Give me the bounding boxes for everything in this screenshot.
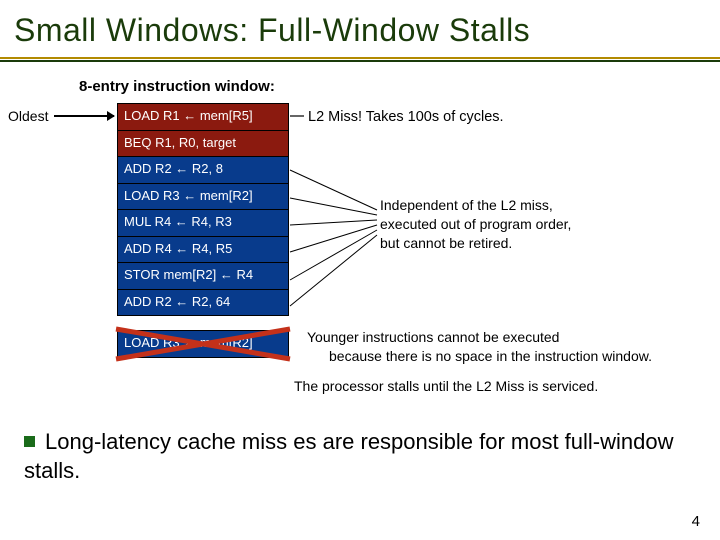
- instr-row: BEQ R1, R0, target: [117, 130, 289, 158]
- younger-instr: LOAD R3 ← mem[R2]: [117, 330, 289, 358]
- page-number: 4: [692, 513, 700, 530]
- divider-gold: [0, 57, 720, 59]
- l2-miss-note: L2 Miss! Takes 100s of cycles.: [308, 109, 504, 125]
- instr-row: MUL R4 ← R4, R3: [117, 209, 289, 237]
- instr-row: ADD R2 ← R2, 8: [117, 156, 289, 184]
- oldest-arrow: [54, 115, 114, 117]
- instr-row: ADD R4 ← R4, R5: [117, 236, 289, 264]
- divider-green: [0, 60, 720, 62]
- instr-row: STOR mem[R2] ← R4: [117, 262, 289, 290]
- independent-note-line: but cannot be retired.: [380, 234, 571, 253]
- instr-row: ADD R2 ← R2, 64: [117, 289, 289, 317]
- bullet-text: Long-latency cache miss es are responsib…: [24, 429, 674, 483]
- younger-note-line: because there is no space in the instruc…: [329, 347, 652, 366]
- younger-note-line: Younger instructions cannot be executed: [307, 328, 652, 347]
- instr-row: LOAD R3 ← mem[R2]: [117, 183, 289, 211]
- instruction-window: LOAD R1 ← mem[R5] BEQ R1, R0, target ADD…: [117, 103, 289, 315]
- younger-instr-row: LOAD R3 ← mem[R2]: [117, 330, 289, 358]
- proc-stall-note: The processor stalls until the L2 Miss i…: [294, 378, 598, 394]
- slide-title: Small Windows: Full-Window Stalls: [0, 0, 720, 57]
- oldest-label: Oldest: [8, 108, 48, 124]
- younger-note: Younger instructions cannot be executed …: [307, 328, 652, 366]
- independent-note: Independent of the L2 miss, executed out…: [380, 196, 571, 253]
- window-subhead: 8-entry instruction window:: [79, 78, 275, 95]
- independent-note-line: executed out of program order,: [380, 215, 571, 234]
- instr-row: LOAD R1 ← mem[R5]: [117, 103, 289, 131]
- independent-note-line: Independent of the L2 miss,: [380, 196, 571, 215]
- bullet-point: Long-latency cache miss es are responsib…: [24, 428, 696, 485]
- bullet-icon: [24, 436, 35, 447]
